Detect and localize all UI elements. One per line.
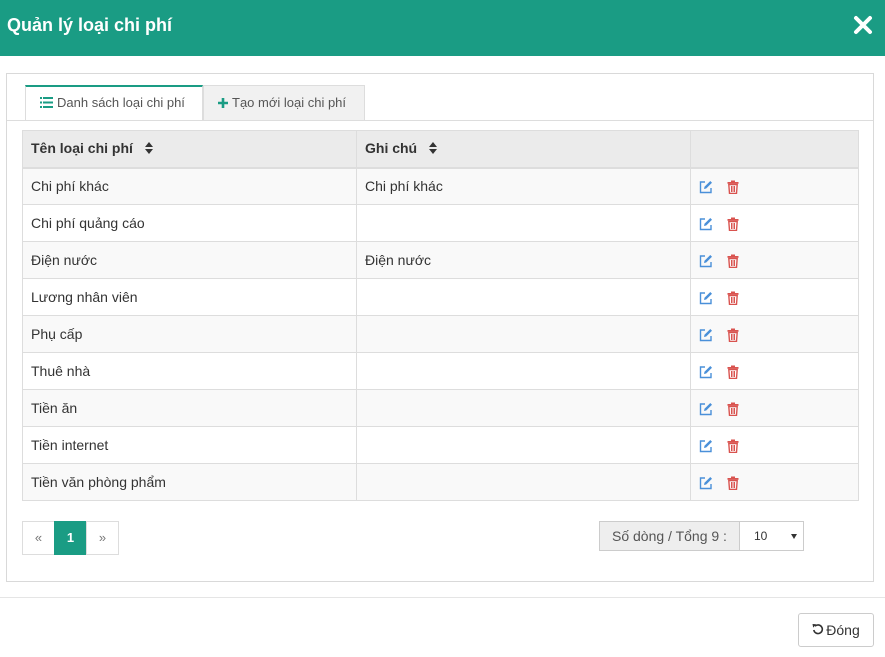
cell-actions (690, 167, 859, 205)
pagination-prev[interactable]: « (22, 521, 55, 555)
table-row: Lương nhân viên (22, 278, 859, 316)
cell-expense-name: Chi phí khác (22, 167, 357, 205)
table-row: Tiền văn phòng phẩm (22, 463, 859, 501)
cell-expense-name: Thuê nhà (22, 352, 357, 390)
cell-note: Điện nước (356, 241, 691, 279)
sort-icon[interactable] (429, 141, 438, 157)
footer-divider (0, 597, 885, 598)
trash-icon[interactable] (726, 365, 740, 380)
trash-icon[interactable] (726, 476, 740, 491)
expense-type-table: Tên loại chi phí Ghi chú Chi phí khác Chi… (22, 130, 859, 501)
edit-icon[interactable] (699, 328, 713, 342)
cell-actions (690, 241, 859, 279)
page-size-control: Số dòng / Tổng 9 : 10 (599, 521, 804, 551)
plus-icon (218, 87, 228, 121)
column-header-actions (690, 130, 859, 169)
cell-note: Chi phí khác (356, 167, 691, 205)
page-size-value: 10 (753, 529, 768, 543)
close-button-label: Đóng (826, 622, 860, 638)
edit-icon[interactable] (699, 217, 713, 231)
cell-expense-name: Phụ cấp (22, 315, 357, 353)
cell-actions (690, 278, 859, 316)
cell-note (356, 389, 691, 427)
column-header-note[interactable]: Ghi chú (356, 130, 691, 169)
cell-expense-name: Tiền internet (22, 426, 357, 464)
edit-icon[interactable] (699, 402, 713, 416)
cell-expense-name: Chi phí quảng cáo (22, 204, 357, 242)
table-header-row: Tên loại chi phí Ghi chú (22, 130, 859, 169)
edit-icon[interactable] (699, 365, 713, 379)
close-button[interactable]: Đóng (798, 613, 874, 647)
trash-icon[interactable] (726, 254, 740, 269)
tabs-divider (7, 120, 873, 121)
edit-icon[interactable] (699, 476, 713, 490)
trash-icon[interactable] (726, 291, 740, 306)
cell-note (356, 204, 691, 242)
pagination: « 1 » (22, 521, 119, 555)
tab-list[interactable]: Danh sách loại chi phí (25, 85, 203, 121)
table-row: Phụ cấp (22, 315, 859, 353)
cell-actions (690, 315, 859, 353)
table-row: Thuê nhà (22, 352, 859, 390)
trash-icon[interactable] (726, 217, 740, 232)
table-row: Chi phí quảng cáo (22, 204, 859, 242)
tab-list-label: Danh sách loại chi phí (57, 95, 185, 110)
edit-icon[interactable] (699, 291, 713, 305)
edit-icon[interactable] (699, 439, 713, 453)
cell-actions (690, 204, 859, 242)
trash-icon[interactable] (726, 439, 740, 454)
column-header-name[interactable]: Tên loại chi phí (22, 130, 357, 169)
cell-actions (690, 463, 859, 501)
cell-expense-name: Tiền văn phòng phẩm (22, 463, 357, 501)
edit-icon[interactable] (699, 180, 713, 194)
tab-create[interactable]: Tạo mới loại chi phí (203, 85, 365, 121)
page-size-select[interactable]: 10 (739, 521, 804, 551)
cell-actions (690, 389, 859, 427)
page-size-label: Số dòng / Tổng 9 : (599, 521, 740, 551)
table-row: Tiền ăn (22, 389, 859, 427)
list-icon (40, 88, 53, 120)
modal-header: Quản lý loại chi phí (0, 0, 885, 56)
pagination-page-1[interactable]: 1 (54, 521, 87, 555)
undo-icon (812, 614, 824, 646)
caret-down-icon (790, 534, 797, 539)
cell-actions (690, 426, 859, 464)
cell-note (356, 463, 691, 501)
sort-icon[interactable] (144, 141, 153, 157)
cell-note (356, 352, 691, 390)
trash-icon[interactable] (726, 328, 740, 343)
table-row: Chi phí khác Chi phí khác (22, 167, 859, 205)
tab-create-label: Tạo mới loại chi phí (232, 95, 347, 110)
modal-title: Quản lý loại chi phí (7, 15, 173, 35)
table-row: Điện nước Điện nước (22, 241, 859, 279)
cell-note (356, 278, 691, 316)
cell-expense-name: Tiền ăn (22, 389, 357, 427)
trash-icon[interactable] (726, 180, 740, 195)
pagination-next[interactable]: » (86, 521, 119, 555)
cell-actions (690, 352, 859, 390)
table-row: Tiền internet (22, 426, 859, 464)
cell-note (356, 426, 691, 464)
edit-icon[interactable] (699, 254, 713, 268)
cell-expense-name: Điện nước (22, 241, 357, 279)
close-icon[interactable] (853, 14, 875, 38)
trash-icon[interactable] (726, 402, 740, 417)
content-panel: Danh sách loại chi phí Tạo mới loại chi … (6, 73, 874, 582)
cell-note (356, 315, 691, 353)
cell-expense-name: Lương nhân viên (22, 278, 357, 316)
